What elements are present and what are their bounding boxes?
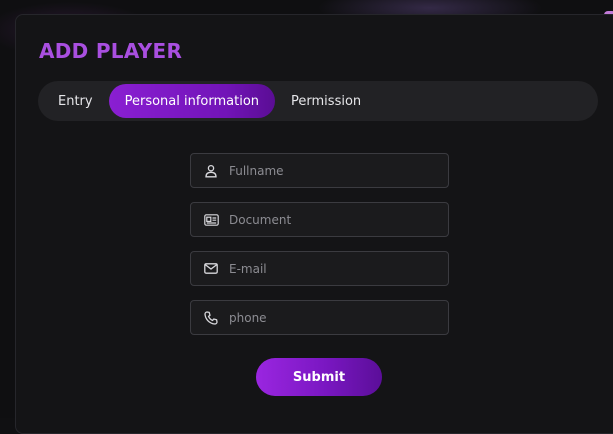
email-field[interactable] — [190, 251, 449, 286]
player-form — [190, 153, 449, 349]
user-icon — [203, 163, 219, 179]
modal-title: ADD PLAYER — [39, 39, 183, 63]
document-input[interactable] — [229, 203, 448, 236]
document-field[interactable] — [190, 202, 449, 237]
tab-bar: Entry Personal information Permission — [38, 81, 598, 121]
add-player-modal: ADD PLAYER Entry Personal information Pe… — [15, 14, 613, 434]
tab-personal-information[interactable]: Personal information — [108, 84, 276, 118]
id-card-icon — [203, 212, 219, 228]
fullname-input[interactable] — [229, 154, 448, 187]
phone-icon — [203, 310, 219, 326]
email-input[interactable] — [229, 252, 448, 285]
submit-button[interactable]: Submit — [256, 358, 382, 396]
tab-entry[interactable]: Entry — [42, 84, 109, 118]
tab-permission[interactable]: Permission — [275, 84, 377, 118]
phone-input[interactable] — [229, 301, 448, 334]
fullname-field[interactable] — [190, 153, 449, 188]
mail-icon — [203, 261, 219, 277]
phone-field[interactable] — [190, 300, 449, 335]
